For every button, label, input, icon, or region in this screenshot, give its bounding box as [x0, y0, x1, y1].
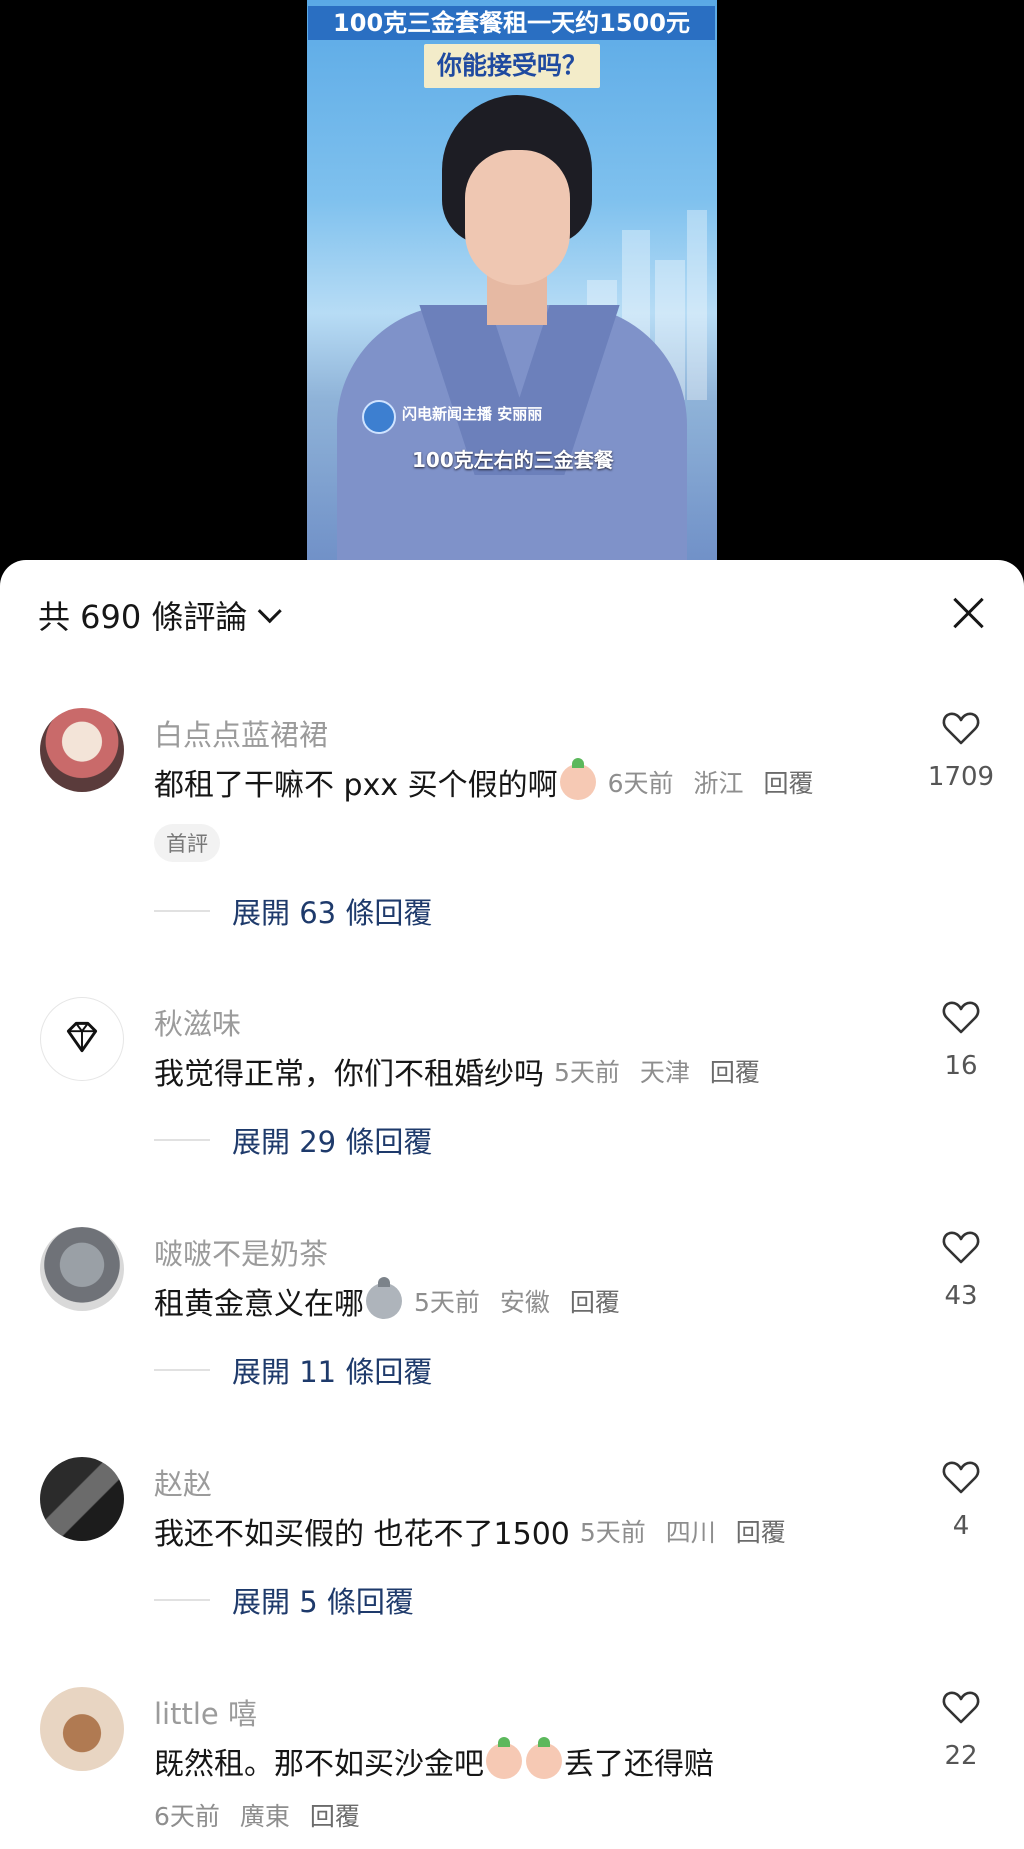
video-subtitle: 你能接受吗？	[424, 44, 600, 88]
comment-time: 6天前	[154, 1802, 220, 1831]
divider	[154, 1599, 210, 1601]
comment-text: 都租了干嘛不 pxx 买个假的啊	[154, 768, 558, 803]
comments-count-label: 共 690 條評論	[38, 598, 248, 636]
comment-text-row: 我觉得正常，你们不租婚纱吗 5天前 天津 回覆	[154, 1049, 772, 1093]
anchor-name: 闪电新闻主播 安丽丽	[402, 405, 543, 423]
comment-username[interactable]: 秋滋味	[154, 1001, 241, 1043]
comment-time: 5天前	[554, 1058, 620, 1087]
comment-text-row: 我还不如买假的 也花不了1500 5天前 四川 回覆	[154, 1509, 798, 1553]
diamond-icon	[66, 1021, 98, 1053]
comment-text-row: 既然租。那不如买沙金吧 丢了还得赔	[154, 1737, 714, 1783]
video-title: 100克三金套餐租一天约1500元	[308, 6, 715, 40]
comment-text-continued: 丢了还得赔	[564, 1747, 714, 1782]
expand-replies-label: 展開 29 條回覆	[232, 1125, 433, 1159]
avatar[interactable]	[40, 1687, 124, 1771]
reply-button[interactable]: 回覆	[710, 1058, 760, 1087]
comment-location: 四川	[665, 1518, 716, 1547]
like-count: 1709	[927, 762, 995, 792]
comment-text: 我觉得正常，你们不租婚纱吗	[154, 1057, 544, 1092]
comment-location: 浙江	[693, 769, 744, 798]
gray-face-emoji-icon	[366, 1277, 402, 1319]
heart-icon[interactable]	[941, 1227, 981, 1267]
avatar[interactable]	[40, 1227, 124, 1311]
comment-time: 6天前	[607, 769, 674, 798]
comment-username[interactable]: 白点点蓝裙裙	[154, 712, 328, 754]
crying-face-emoji-icon	[486, 1737, 522, 1779]
video-player[interactable]: 100克三金套餐租一天约1500元 你能接受吗？ 闪电新闻主播 安丽丽 100克…	[307, 0, 717, 570]
comment-text-row: 租黄金意义在哪 5天前 安徽 回覆	[154, 1277, 632, 1323]
close-icon[interactable]	[952, 596, 986, 630]
comment-meta: 6天前 廣東 回覆	[154, 1797, 372, 1833]
expand-replies-label: 展開 63 條回覆	[232, 896, 433, 930]
expand-replies-label: 展開 5 條回覆	[232, 1585, 414, 1619]
divider	[154, 910, 210, 912]
like-count: 22	[944, 1741, 978, 1771]
like-count: 43	[944, 1281, 978, 1311]
comments-sheet: 共 690 條評論 白点点蓝裙裙 都租了干嘛不 pxx 买个假的啊 6天前 浙江…	[0, 560, 1024, 1849]
reply-button[interactable]: 回覆	[570, 1288, 620, 1317]
comment-time: 5天前	[579, 1518, 646, 1547]
chevron-down-icon	[258, 598, 283, 623]
video-caption-text: 100克左右的三金套餐	[412, 448, 614, 472]
heart-icon[interactable]	[941, 997, 981, 1037]
comment-location: 廣東	[239, 1802, 290, 1831]
comment-text: 租黄金意义在哪	[154, 1287, 364, 1322]
comments-count-dropdown[interactable]: 共 690 條評論	[38, 592, 283, 638]
comment-time: 5天前	[414, 1288, 480, 1317]
news-anchor-image	[337, 95, 687, 570]
divider	[154, 1139, 210, 1141]
comment-text: 既然租。那不如买沙金吧	[154, 1747, 484, 1782]
like-count: 4	[952, 1511, 970, 1541]
comment-location: 安徽	[499, 1288, 550, 1317]
reply-button[interactable]: 回覆	[736, 1518, 786, 1547]
heart-icon[interactable]	[941, 1687, 981, 1727]
expand-replies-button[interactable]: 展開 29 條回覆	[154, 1119, 432, 1161]
avatar[interactable]	[40, 708, 124, 792]
avatar[interactable]	[40, 1457, 124, 1541]
first-comment-badge: 首評	[154, 824, 220, 862]
comment-text: 我还不如买假的 也花不了1500	[154, 1517, 570, 1552]
comment-location: 天津	[639, 1058, 690, 1087]
microphone-icon	[362, 400, 396, 434]
avatar[interactable]	[40, 997, 124, 1081]
reply-button[interactable]: 回覆	[763, 769, 813, 798]
expand-replies-button[interactable]: 展開 5 條回覆	[154, 1579, 414, 1621]
reply-button[interactable]: 回覆	[310, 1802, 360, 1831]
comment-text-row: 都租了干嘛不 pxx 买个假的啊 6天前 浙江 回覆	[154, 758, 825, 804]
peach-face-emoji-icon	[559, 758, 596, 800]
heart-icon[interactable]	[941, 1457, 981, 1497]
comment-username[interactable]: 赵赵	[154, 1461, 212, 1503]
expand-replies-button[interactable]: 展開 63 條回覆	[154, 890, 432, 932]
expand-replies-label: 展開 11 條回覆	[232, 1355, 433, 1389]
expand-replies-button[interactable]: 展開 11 條回覆	[154, 1349, 432, 1391]
comment-username[interactable]: 啵啵不是奶茶	[154, 1231, 328, 1273]
heart-icon[interactable]	[941, 708, 981, 748]
crying-face-emoji-icon	[526, 1737, 562, 1779]
divider	[154, 1369, 210, 1371]
comment-username[interactable]: little 嘻	[154, 1691, 257, 1733]
like-count: 16	[944, 1051, 978, 1081]
